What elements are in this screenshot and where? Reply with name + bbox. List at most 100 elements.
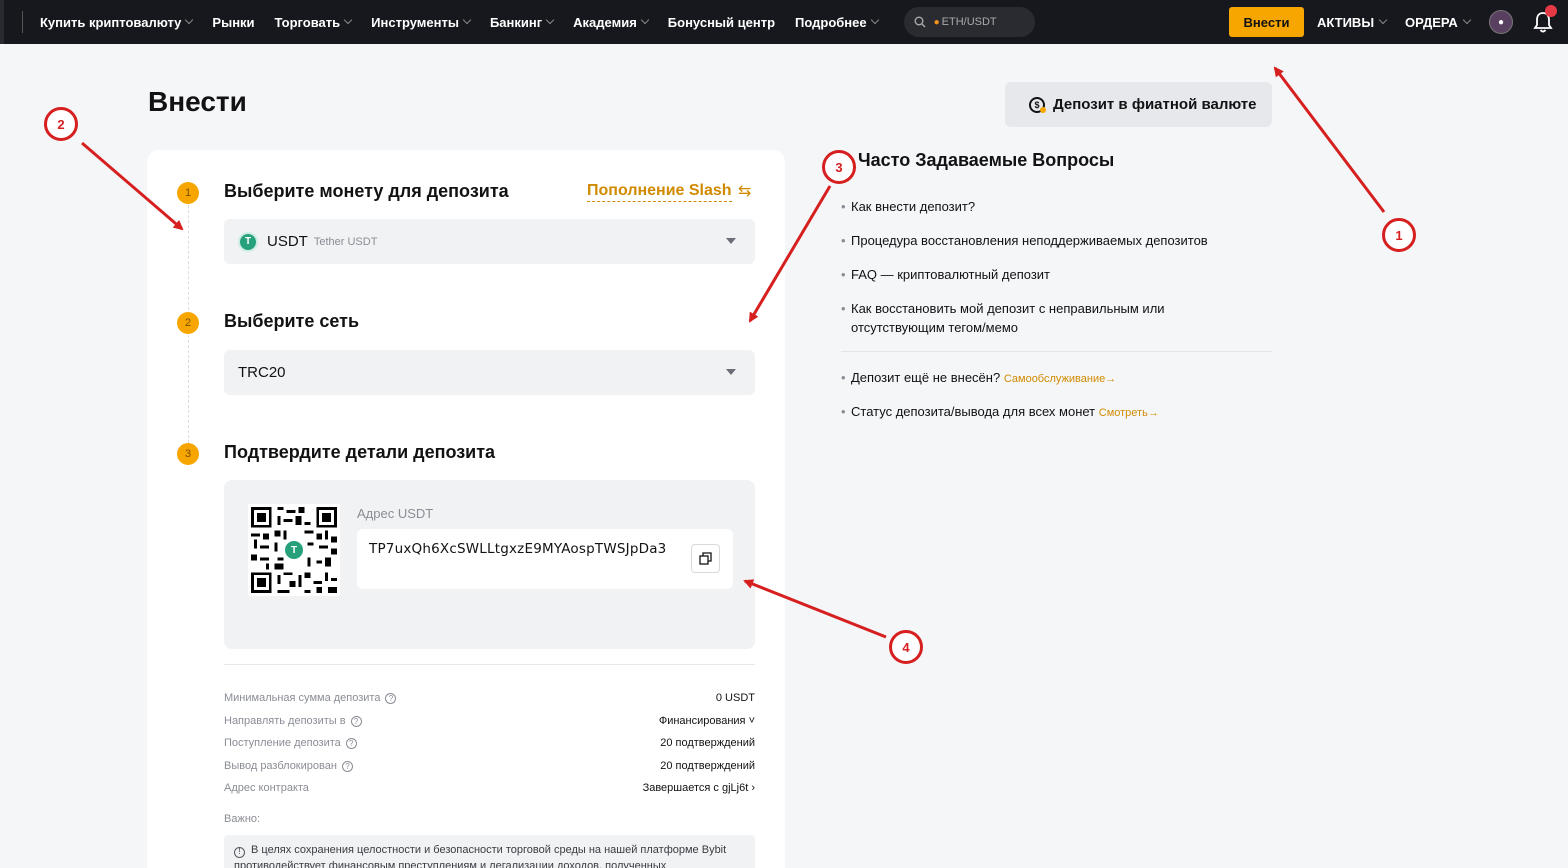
faq-extra: • Статус депозита/вывода для всех монет С… bbox=[841, 402, 1159, 423]
network-value: TRC20 bbox=[238, 364, 286, 381]
chevron-down-icon bbox=[870, 15, 879, 25]
caret-down-icon bbox=[726, 238, 736, 244]
nav-item-bonus[interactable]: Бонусный центр bbox=[668, 15, 775, 30]
help-icon[interactable]: ? bbox=[341, 760, 353, 772]
self-service-link[interactable]: Самообслуживание bbox=[1004, 373, 1105, 385]
detail-row-min-deposit: Минимальная сумма депозита? 0 USDT bbox=[224, 692, 755, 708]
faq-link[interactable]: • Процедура восстановления неподдерживаем… bbox=[841, 231, 1208, 250]
step-1-badge: 1 bbox=[177, 182, 199, 204]
annotation-marker-3: 3 bbox=[822, 150, 856, 184]
detail-value: 0 USDT bbox=[715, 692, 755, 704]
annotation-arrow-1 bbox=[1273, 66, 1386, 213]
detail-label-text: Направлять депозиты в bbox=[224, 715, 346, 727]
info-icon: ! bbox=[234, 846, 245, 858]
faq-extra-text: Статус депозита/вывода для всех монет bbox=[851, 404, 1096, 419]
nav-item-label: Банкинг bbox=[489, 14, 543, 30]
arrow-right-icon: → bbox=[1147, 407, 1159, 419]
bullet: • bbox=[841, 199, 846, 214]
network-select[interactable]: TRC20 bbox=[224, 350, 755, 395]
step-2-title: Выберите сеть bbox=[224, 311, 360, 331]
caret-down-icon bbox=[726, 369, 736, 375]
nav-item-label: Торговать bbox=[274, 14, 341, 30]
nav-item-label: Академия bbox=[573, 14, 637, 30]
faq-link-text: Как восстановить мой депозит с неправиль… bbox=[851, 301, 1165, 335]
chevron-down-icon bbox=[545, 15, 555, 25]
detail-label: Поступление депозита? bbox=[224, 737, 357, 749]
notice-text: В целях сохранения целостности и безопас… bbox=[234, 844, 727, 868]
bullet: • bbox=[841, 370, 846, 385]
detail-label-text: Адрес контракта bbox=[224, 782, 309, 794]
address-label: Адрес USDT bbox=[357, 506, 434, 521]
search-icon bbox=[914, 16, 926, 28]
detail-row-arrival: Поступление депозита? 20 подтверждений bbox=[224, 737, 755, 753]
nav-item-more[interactable]: Подробнее bbox=[795, 15, 879, 30]
help-icon[interactable]: ? bbox=[345, 737, 357, 749]
assets-menu[interactable]: АКТИВЫ bbox=[1317, 0, 1388, 44]
nav-item-label: Инструменты bbox=[371, 14, 459, 30]
bullet: • bbox=[841, 301, 846, 316]
step-3-badge: 3 bbox=[177, 443, 199, 465]
nav-item-trade[interactable]: Торговать bbox=[274, 14, 353, 30]
account-dropdown[interactable]: Финансирования ˅ bbox=[659, 715, 755, 727]
detail-row-withdraw-unlock: Вывод разблокирован? 20 подтверждений bbox=[224, 760, 755, 776]
nav-item-label: Купить криптовалюту bbox=[40, 14, 182, 30]
avatar[interactable]: ● bbox=[1489, 10, 1513, 34]
faq-link[interactable]: • Как внести депозит? bbox=[841, 197, 975, 216]
step-2-badge: 2 bbox=[177, 312, 199, 334]
slash-deposit-link[interactable]: Пополнение Slash bbox=[587, 182, 732, 202]
orders-menu[interactable]: ОРДЕРА bbox=[1405, 0, 1472, 44]
fiat-deposit-label: Депозит в фиатной валюте bbox=[1053, 96, 1257, 113]
detail-value: 20 подтверждений bbox=[660, 737, 755, 749]
address-field[interactable]: TP7uxQh6XcSWLLtgxzE9MYAospTWSJpDa3 bbox=[357, 529, 733, 589]
faq-extra: • Депозит ещё не внесён? Самообслуживание… bbox=[841, 368, 1116, 389]
detail-label-text: Минимальная сумма депозита bbox=[224, 692, 381, 704]
search-input[interactable]: ● ETH/USDT bbox=[903, 7, 1035, 37]
bullet: • bbox=[841, 404, 846, 419]
coin-icon: $ bbox=[1029, 96, 1046, 113]
usdt-icon: T bbox=[238, 231, 258, 252]
fiat-deposit-button[interactable]: $ Депозит в фиатной валюте bbox=[1005, 82, 1272, 127]
help-icon[interactable]: ? bbox=[385, 692, 397, 704]
view-status-link[interactable]: Смотреть bbox=[1099, 407, 1148, 419]
coin-select[interactable]: T USDT Tether USDT bbox=[224, 219, 755, 264]
step-1-title: Выберите монету для депозита bbox=[224, 181, 509, 201]
help-icon[interactable]: ? bbox=[350, 715, 362, 727]
annotation-marker-1: 1 bbox=[1382, 218, 1416, 252]
detail-label: Минимальная сумма депозита? bbox=[224, 692, 397, 704]
nav-item-banking[interactable]: Банкинг bbox=[489, 14, 555, 30]
detail-label-text: Поступление депозита bbox=[224, 737, 341, 749]
nav-item-academy[interactable]: Академия bbox=[573, 14, 650, 30]
chevron-down-icon bbox=[462, 15, 472, 25]
top-navbar: Купить криптовалюту Рынки Торговать Инст… bbox=[0, 0, 1568, 44]
important-label: Важно: bbox=[224, 813, 261, 825]
notification-badge bbox=[1545, 5, 1557, 17]
swap-icon[interactable]: ⇆ bbox=[738, 181, 751, 201]
nav-item-buy-crypto[interactable]: Купить криптовалюту bbox=[40, 14, 194, 30]
copy-button[interactable] bbox=[691, 544, 720, 573]
faq-link-text: Процедура восстановления неподдерживаемы… bbox=[851, 233, 1208, 248]
faq-divider bbox=[841, 351, 1272, 352]
detail-label-text: Вывод разблокирован bbox=[224, 760, 337, 772]
assets-label: АКТИВЫ bbox=[1317, 14, 1375, 30]
faq-link[interactable]: • Как восстановить мой депозит с неправил… bbox=[841, 299, 1201, 337]
annotation-marker-4: 4 bbox=[889, 630, 923, 664]
usdt-icon: T bbox=[283, 539, 305, 561]
faq-extra-text: Депозит ещё не внесён? bbox=[851, 370, 1001, 385]
chevron-down-icon bbox=[185, 15, 194, 25]
nav-separator bbox=[22, 11, 23, 33]
detail-value: 20 подтверждений bbox=[660, 760, 755, 772]
important-notice: ! В целях сохранения целостности и безопа… bbox=[224, 835, 755, 868]
faq-link[interactable]: • FAQ — криптовалютный депозит bbox=[841, 265, 1050, 284]
deposit-button[interactable]: Внести bbox=[1229, 7, 1304, 37]
chevron-down-icon bbox=[343, 15, 353, 25]
nav-item-tools[interactable]: Инструменты bbox=[371, 14, 472, 30]
contract-address-link[interactable]: Завершается с gjLj6t › bbox=[643, 782, 755, 794]
detail-row-contract: Адрес контракта Завершается с gjLj6t › bbox=[224, 782, 755, 798]
avatar-face-icon: ● bbox=[1497, 16, 1505, 28]
bullet: • bbox=[841, 233, 846, 248]
search-text: ETH/USDT bbox=[941, 16, 997, 28]
arrow-right-icon: → bbox=[1105, 373, 1117, 385]
nav-item-markets[interactable]: Рынки bbox=[212, 15, 254, 30]
faq-title: Часто Задаваемые Вопросы bbox=[858, 150, 1115, 170]
faq-link-text: Как внести депозит? bbox=[851, 199, 976, 214]
